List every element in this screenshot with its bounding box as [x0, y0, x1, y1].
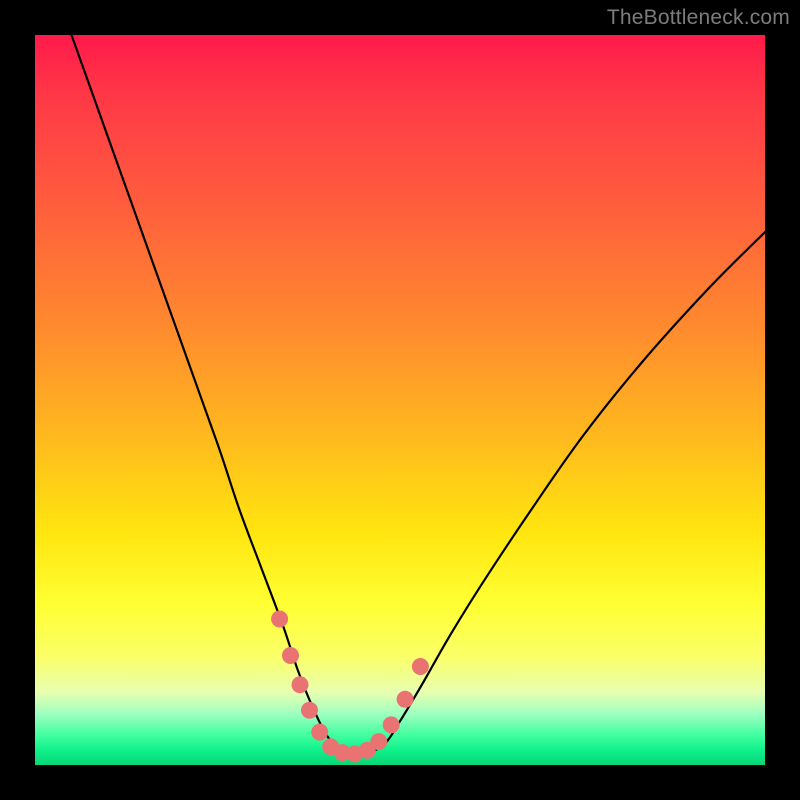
- marker-dot: [412, 658, 429, 675]
- marker-dot: [271, 611, 288, 628]
- watermark-text: TheBottleneck.com: [607, 6, 790, 30]
- plot-area: [35, 35, 765, 765]
- marker-dot: [311, 724, 328, 741]
- highlight-markers: [271, 611, 429, 763]
- marker-dot: [292, 676, 309, 693]
- marker-dot: [282, 647, 299, 664]
- marker-dot: [370, 733, 387, 750]
- marker-dot: [301, 702, 318, 719]
- curve-layer: [35, 35, 765, 765]
- bottleneck-curve: [72, 35, 766, 754]
- marker-dot: [397, 691, 414, 708]
- chart-frame: TheBottleneck.com: [0, 0, 800, 800]
- curve-path: [72, 35, 766, 754]
- marker-dot: [383, 716, 400, 733]
